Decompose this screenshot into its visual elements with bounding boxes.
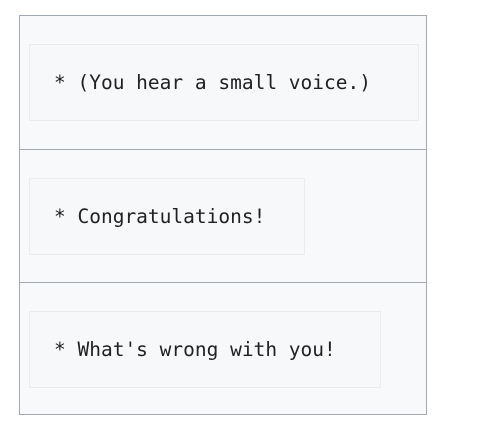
dialogue-code-box: * (You hear a small voice.)	[29, 44, 419, 121]
dialogue-row: * (You hear a small voice.)	[20, 16, 426, 150]
dialogue-row: * Congratulations!	[20, 150, 426, 283]
dialogue-code-box: * What's wrong with you!	[29, 311, 381, 388]
dialogue-text: * Congratulations!	[54, 205, 266, 228]
dialogue-text: * (You hear a small voice.)	[54, 71, 371, 94]
dialogue-code-box: * Congratulations!	[29, 178, 305, 255]
dialogue-row: * What's wrong with you!	[20, 283, 426, 416]
dialogue-text: * What's wrong with you!	[54, 338, 336, 361]
dialogue-table: * (You hear a small voice.) * Congratula…	[19, 15, 427, 415]
